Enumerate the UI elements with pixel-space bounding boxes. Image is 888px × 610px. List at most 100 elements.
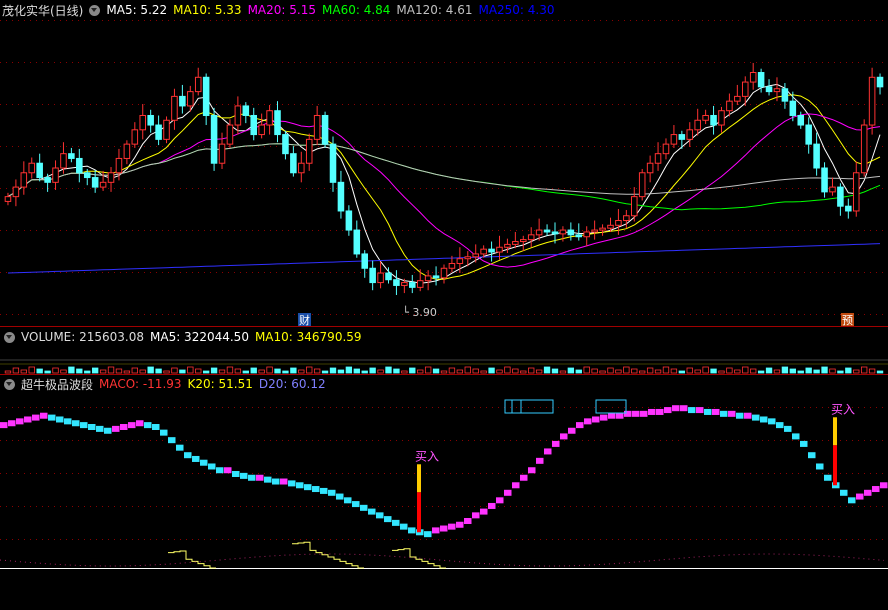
wave-segment [80,422,88,429]
wave-segment [424,531,432,538]
candle-body [416,280,424,288]
wave-segment [408,527,416,534]
candle-body [694,119,701,131]
wave-segment [864,489,872,496]
wave-segment [464,518,472,524]
volume-bar [401,370,408,374]
candle-body [83,172,91,179]
candle-body [337,181,345,212]
wave-segment [752,414,760,421]
wave-segment [360,504,368,511]
volume-bar [298,369,305,374]
wave-segment [560,433,568,440]
wave-segment [232,471,240,477]
candle-body [702,114,709,121]
volume-bar [742,366,749,374]
volume-bar [686,367,693,374]
candle-body [44,177,51,183]
volume-bar [876,370,884,374]
buy-label: 买入 [831,402,855,416]
candle-body [757,72,765,88]
volume-bar [210,367,218,374]
wave-segment [320,487,328,494]
volume-bar [28,366,35,374]
volume-bar [282,370,289,374]
volume-bar [765,367,773,374]
wave-segment [400,523,408,530]
buy-signal-bar-bottom [417,492,421,533]
volume-bar [670,368,678,374]
candle-body [678,134,686,140]
candle-body [242,105,250,116]
wave-segment [296,482,304,489]
wave-segment [592,416,600,423]
candle-body [829,186,836,193]
buy-label: 买入 [415,449,439,463]
wave-segment [376,512,384,519]
candle-body [115,157,123,174]
candle-body [821,167,828,193]
ma10-line [7,94,881,280]
volume-bar [543,366,551,374]
volume-bar [290,367,297,374]
candle-body [68,153,75,159]
wave-segment [568,427,576,434]
volume-bar [575,369,582,374]
volume-bar [750,368,757,374]
candle-body [527,234,535,241]
wave-segment [72,420,80,427]
wave-segment [184,452,192,459]
volume-bar [472,368,479,374]
volume-bar [559,370,567,374]
wave-segment [800,440,808,447]
volume-bar [345,366,353,374]
volume-bar [646,367,654,374]
candle-body [734,95,741,102]
volume-bar [99,369,107,374]
wave-segment [760,416,768,423]
volume-bar [107,366,115,374]
candle-body [472,253,479,258]
volume-bar [837,370,844,374]
wave-segment [152,424,160,430]
chart-canvas[interactable]: 买入买入 └ 3.90财预 [0,0,888,610]
candle-body [361,253,368,269]
volume-bar [115,368,123,374]
volume-bar [520,370,527,374]
wave-segment [512,482,520,489]
wave-segment [488,502,496,509]
candle-body [424,275,432,282]
candle-body [551,231,559,235]
volume-bar [20,369,27,374]
candle-body [99,181,107,188]
candle-body [282,134,289,155]
candle-body [250,114,258,136]
candle-body [393,279,400,286]
wave-segment [600,414,608,421]
candle-body [718,110,725,126]
candle-body [369,267,376,284]
candle-body [646,162,654,174]
volume-bar [718,370,725,374]
wave-segment [848,497,856,504]
volume-bar [861,366,868,374]
volume-bar [662,366,670,374]
volume-bar [631,368,638,374]
volume-bar [147,366,154,374]
wave-segment [176,444,184,451]
low-price-label: └ 3.90 [402,305,437,319]
wave-segment [352,501,360,508]
candle-body [599,227,606,231]
wave-segment [640,410,648,417]
wave-segment [216,467,224,474]
volume-bar [369,367,376,374]
candle-body [726,100,733,112]
wave-segment [456,521,464,528]
candle-body [670,134,678,145]
candle-body [139,114,147,131]
volume-bar [456,369,464,374]
candle-body [607,224,614,229]
wave-segment [24,416,32,423]
wave-segment [584,418,592,425]
wave-segment [64,418,72,425]
